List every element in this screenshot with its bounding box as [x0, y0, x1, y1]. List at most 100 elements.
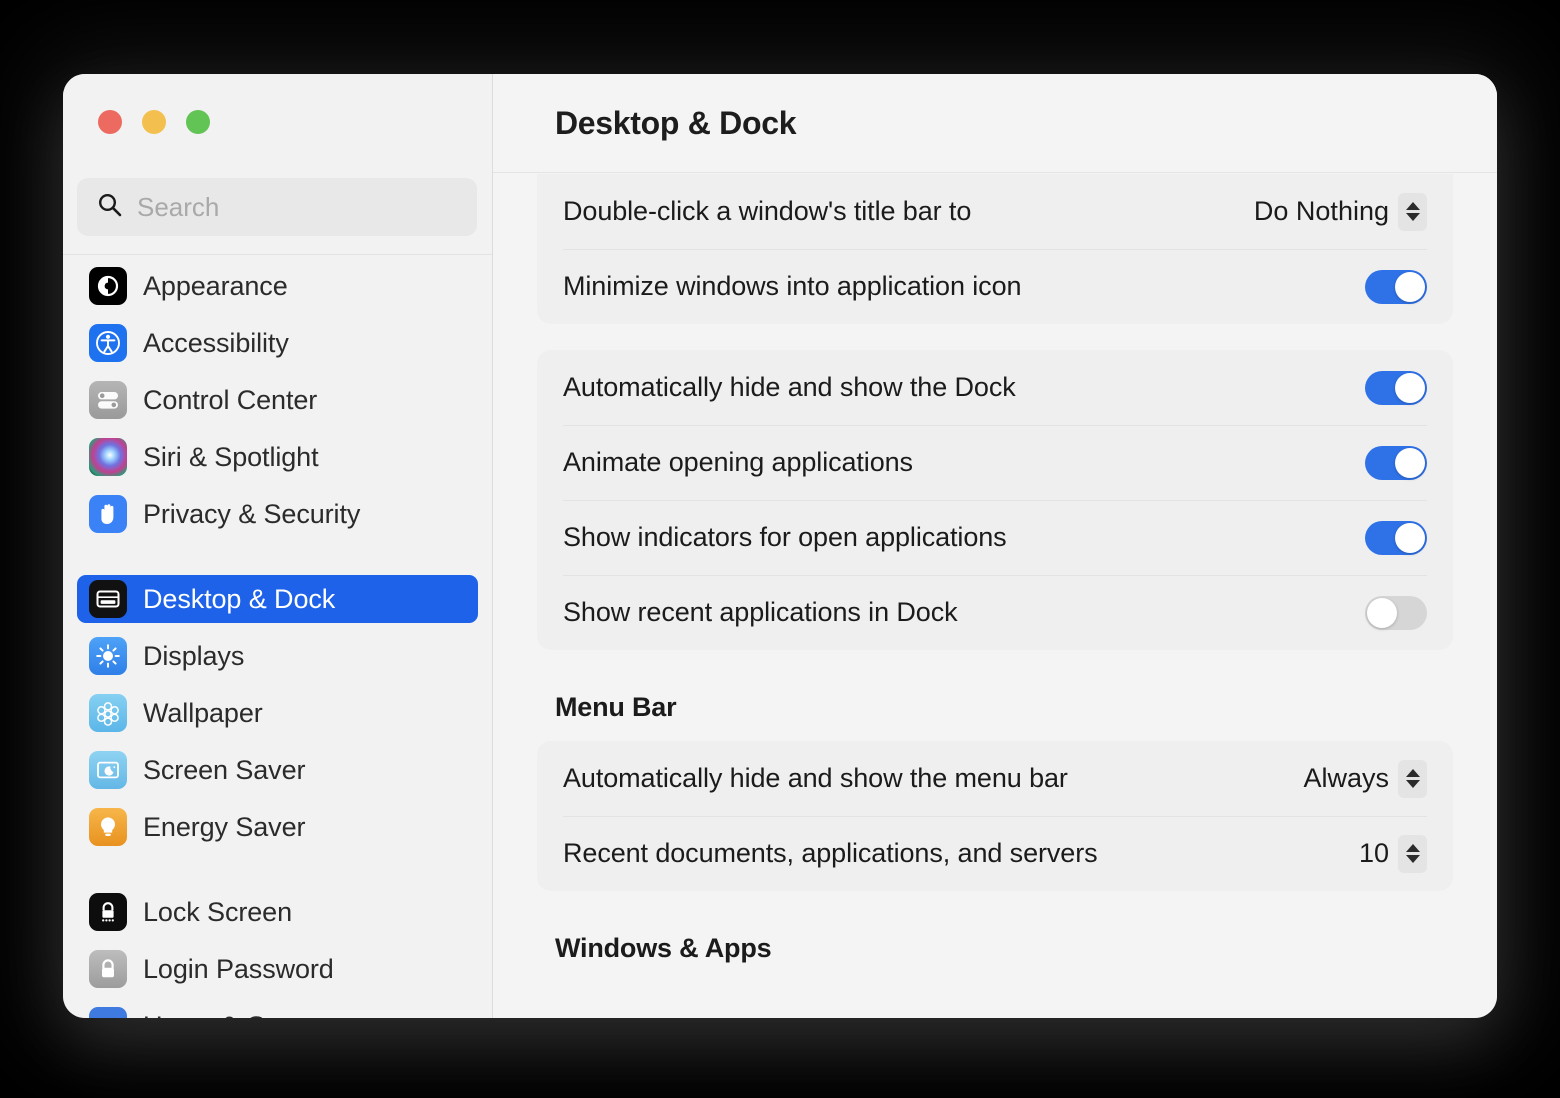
sidebar-item-label: Lock Screen — [143, 896, 292, 927]
sidebar-item-login-password[interactable]: Login Password — [77, 945, 478, 993]
setting-row-auto-hide-dock[interactable]: Automatically hide and show the Dock — [537, 350, 1453, 425]
setting-row-auto-hide-menu-bar[interactable]: Automatically hide and show the menu bar… — [537, 741, 1453, 816]
popup-value: Do Nothing — [1253, 196, 1389, 226]
main-header: Desktop & Dock — [493, 74, 1497, 173]
minimize-button[interactable] — [142, 110, 166, 134]
main-pane: Desktop & Dock Double-click a window's t… — [493, 74, 1497, 1018]
section-heading-windows-apps: Windows & Apps — [555, 933, 772, 963]
chevron-up-down-icon[interactable] — [1398, 834, 1427, 873]
setting-row-animate-opening-apps[interactable]: Animate opening applications — [537, 425, 1453, 500]
sidebar-item-label: Energy Saver — [143, 811, 306, 842]
accessibility-icon — [89, 324, 127, 362]
sidebar-item-appearance[interactable]: Appearance — [77, 262, 478, 310]
privacy-hand-icon — [89, 495, 127, 533]
sidebar-item-label: Siri & Spotlight — [143, 441, 319, 472]
sidebar-item-label: Desktop & Dock — [143, 583, 336, 614]
popup-value: Always — [1303, 763, 1389, 793]
sidebar-item-label: Wallpaper — [143, 697, 263, 728]
menu-bar-group-card: Automatically hide and show the menu bar… — [537, 741, 1453, 891]
search-input[interactable] — [137, 191, 457, 223]
sidebar-item-label: Screen Saver — [143, 754, 306, 785]
setting-label: Show indicators for open applications — [563, 522, 1007, 552]
setting-label: Show recent applications in Dock — [563, 597, 958, 627]
setting-control: Do Nothing — [1253, 192, 1427, 231]
sidebar-item-displays[interactable]: Displays — [77, 632, 478, 680]
setting-label: Automatically hide and show the Dock — [563, 372, 1016, 402]
sidebar: Appearance Accessibility — [63, 74, 493, 1018]
sidebar-item-label: Users & Groups — [143, 1011, 334, 1019]
setting-label: Double-click a window's title bar to — [563, 196, 972, 226]
sidebar-item-privacy-security[interactable]: Privacy & Security — [77, 490, 478, 538]
screen: Appearance Accessibility — [0, 0, 1560, 1098]
sidebar-item-users-groups[interactable]: Users & Groups — [77, 1002, 478, 1018]
sidebar-group-2: Desktop & Dock Displays Wallpaper Screen… — [77, 573, 478, 851]
popup-value: 10 — [1358, 838, 1389, 868]
screen-saver-icon — [89, 751, 127, 789]
recent-documents-popup-button[interactable]: 10 — [1358, 834, 1427, 873]
setting-control: 10 — [1358, 834, 1427, 873]
sidebar-item-energy-saver[interactable]: Energy Saver — [77, 803, 478, 851]
windows-group-card: Double-click a window's title bar to Do … — [537, 174, 1453, 324]
section-heading-menu-bar: Menu Bar — [555, 692, 677, 722]
card-spacer — [537, 324, 1453, 350]
sidebar-group-spacer — [77, 547, 478, 573]
dock-group-card: Automatically hide and show the Dock Ani… — [537, 350, 1453, 650]
sidebar-item-accessibility[interactable]: Accessibility — [77, 319, 478, 367]
sidebar-item-screen-saver[interactable]: Screen Saver — [77, 746, 478, 794]
energy-saver-icon — [89, 808, 127, 846]
sidebar-group-1: Appearance Accessibility Control Center … — [77, 260, 478, 538]
chevron-up-down-icon[interactable] — [1398, 192, 1427, 231]
setting-label: Automatically hide and show the menu bar — [563, 763, 1068, 793]
sidebar-item-label: Privacy & Security — [143, 498, 361, 529]
sidebar-nav: Appearance Accessibility Control Center … — [63, 260, 492, 1018]
setting-label: Animate opening applications — [563, 447, 913, 477]
setting-control — [1365, 269, 1427, 304]
sidebar-item-label: Displays — [143, 640, 245, 671]
appearance-icon — [89, 267, 127, 305]
siri-icon — [89, 438, 127, 476]
search-icon — [97, 192, 123, 223]
sidebar-item-label: Appearance — [143, 270, 288, 301]
desktop-dock-icon — [89, 580, 127, 618]
show-indicators-toggle[interactable] — [1365, 520, 1427, 555]
sidebar-item-wallpaper[interactable]: Wallpaper — [77, 689, 478, 737]
search-field-wrapper — [77, 178, 477, 236]
settings-scroll-area[interactable]: Double-click a window's title bar to Do … — [493, 174, 1497, 1018]
setting-control — [1365, 445, 1427, 480]
auto-hide-menu-bar-popup-button[interactable]: Always — [1303, 759, 1427, 798]
sidebar-divider — [63, 254, 492, 255]
setting-control: Always — [1303, 759, 1427, 798]
sidebar-group-spacer-2 — [77, 860, 478, 886]
traffic-light-controls — [98, 110, 210, 134]
chevron-up-down-icon[interactable] — [1398, 759, 1427, 798]
control-center-icon — [89, 381, 127, 419]
setting-label: Recent documents, applications, and serv… — [563, 838, 1098, 868]
sidebar-item-label: Login Password — [143, 953, 334, 984]
sidebar-item-desktop-dock[interactable]: Desktop & Dock — [77, 575, 478, 623]
minimize-into-app-icon-toggle[interactable] — [1365, 269, 1427, 304]
displays-icon — [89, 637, 127, 675]
lock-screen-icon — [89, 893, 127, 931]
setting-control — [1365, 595, 1427, 630]
sidebar-item-label: Control Center — [143, 384, 318, 415]
users-groups-icon — [89, 1007, 127, 1018]
animate-opening-apps-toggle[interactable] — [1365, 445, 1427, 480]
setting-control — [1365, 520, 1427, 555]
search-box[interactable] — [77, 178, 477, 236]
setting-row-double-click-title-bar[interactable]: Double-click a window's title bar to Do … — [537, 174, 1453, 249]
setting-row-show-recent-apps[interactable]: Show recent applications in Dock — [537, 575, 1453, 650]
setting-control — [1365, 370, 1427, 405]
setting-row-minimize-into-app-icon[interactable]: Minimize windows into application icon — [537, 249, 1453, 324]
sidebar-item-label: Accessibility — [143, 327, 289, 358]
double-click-popup-button[interactable]: Do Nothing — [1253, 192, 1427, 231]
sidebar-item-lock-screen[interactable]: Lock Screen — [77, 888, 478, 936]
setting-row-recent-documents-count[interactable]: Recent documents, applications, and serv… — [537, 816, 1453, 891]
sidebar-item-control-center[interactable]: Control Center — [77, 376, 478, 424]
login-password-icon — [89, 950, 127, 988]
show-recent-apps-toggle[interactable] — [1365, 595, 1427, 630]
auto-hide-dock-toggle[interactable] — [1365, 370, 1427, 405]
close-button[interactable] — [98, 110, 122, 134]
sidebar-item-siri-spotlight[interactable]: Siri & Spotlight — [77, 433, 478, 481]
setting-row-show-indicators[interactable]: Show indicators for open applications — [537, 500, 1453, 575]
zoom-button[interactable] — [186, 110, 210, 134]
